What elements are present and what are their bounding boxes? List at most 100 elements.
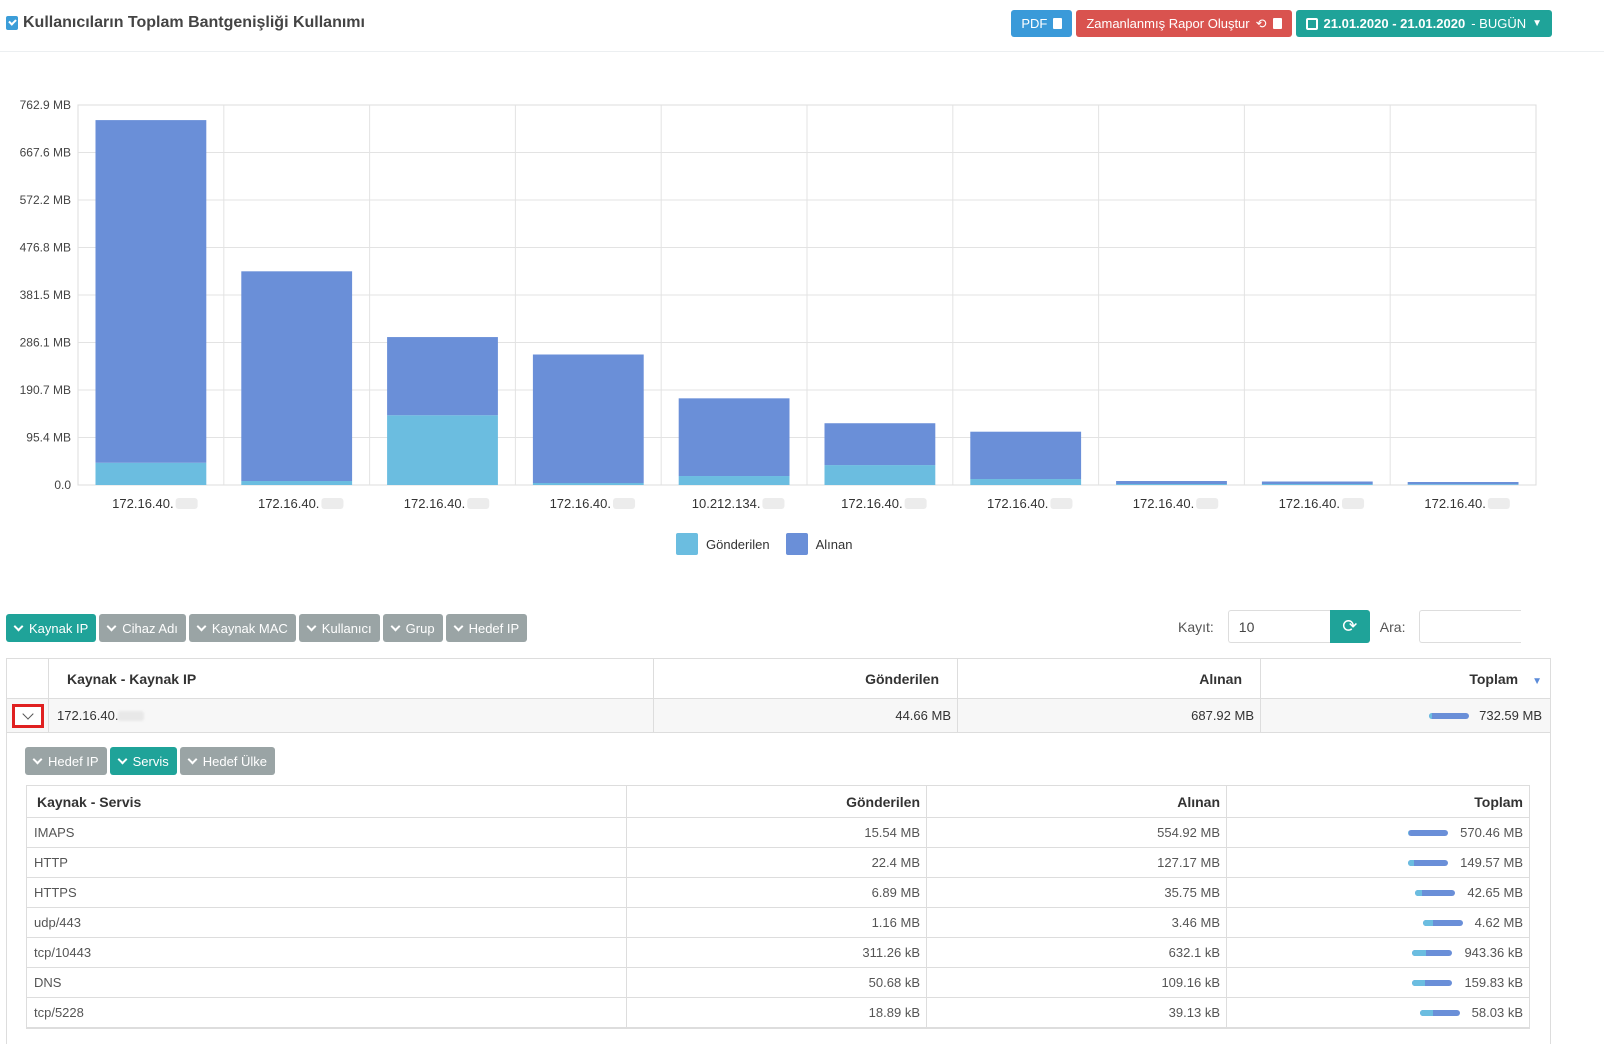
group-button-group[interactable]: Grup — [382, 614, 443, 642]
bar-sent — [678, 476, 790, 485]
group-button-device-name[interactable]: Cihaz Adı — [99, 614, 186, 642]
redacted-blur — [613, 498, 636, 509]
sub-group-button-dest-ip[interactable]: Hedef IP — [25, 747, 107, 775]
search-label: Ara: — [1379, 618, 1406, 635]
col-header-service[interactable]: Kaynak - Servis — [27, 786, 627, 817]
sub-group-button-service[interactable]: Servis — [109, 747, 177, 775]
sent-ratio-fill — [1408, 859, 1415, 866]
bar-sent — [1261, 484, 1373, 485]
cell-service: tcp/5228 — [27, 998, 627, 1027]
chevron-down-icon — [106, 621, 117, 631]
cell-total: 58.03 kB — [1227, 998, 1529, 1027]
sort-desc-icon: ▼ — [1532, 676, 1542, 687]
service-table-header: Kaynak - Servis Gönderilen Alınan Toplam — [27, 786, 1529, 818]
bar-sent — [532, 483, 644, 485]
cell-received: 3.46 MB — [927, 908, 1227, 937]
cell-sent: 1.16 MB — [627, 908, 927, 937]
table-row[interactable]: tcp/10443 311.26 kB 632.1 kB 943.36 kB — [27, 938, 1529, 968]
group-button-dest-ip[interactable]: Hedef IP — [445, 614, 528, 642]
table-row[interactable]: 172.16.40. 44.66 MB 687.92 MB 732.59 MB — [7, 699, 1550, 733]
cell-received: 554.92 MB — [927, 818, 1227, 847]
title-wrap: Kullanıcıların Toplam Bantgenişliği Kull… — [6, 14, 365, 32]
redacted-blur — [1196, 498, 1219, 509]
page-header: Kullanıcıların Toplam Bantgenişliği Kull… — [0, 0, 1604, 52]
table-row[interactable]: HTTPS 6.89 MB 35.75 MB 42.65 MB — [27, 878, 1529, 908]
legend-sent-swatch[interactable] — [676, 533, 698, 555]
y-tick-label: 762.9 MB — [20, 98, 71, 112]
bar-sent — [1116, 484, 1227, 485]
group-label: Hedef Ülke — [202, 753, 268, 769]
total-value: 149.57 MB — [1460, 855, 1523, 870]
cell-service: HTTPS — [27, 878, 627, 907]
chart-legend: Gönderilen Alınan — [676, 533, 852, 555]
y-tick-label: 381.5 MB — [20, 288, 71, 302]
page-title: Kullanıcıların Toplam Bantgenişliği Kull… — [23, 14, 365, 31]
col-header-total[interactable]: Toplam — [1227, 786, 1529, 817]
cell-total: 4.62 MB — [1227, 908, 1529, 937]
cell-service: udp/443 — [27, 908, 627, 937]
legend-received-swatch[interactable] — [785, 533, 808, 555]
col-header-total-label: Toplam — [1469, 670, 1519, 687]
col-header-source-ip[interactable]: Kaynak - Kaynak IP — [49, 659, 654, 698]
main-table: Kaynak - Kaynak IP Gönderilen Alınan Top… — [6, 658, 1551, 733]
date-range-button[interactable]: 21.01.2020 - 21.01.2020 - BUGÜN ▼ — [1295, 10, 1552, 37]
group-button-user[interactable]: Kullanıcı — [298, 614, 380, 642]
pdf-button[interactable]: PDF — [1011, 10, 1073, 37]
cell-total: 570.46 MB — [1227, 818, 1529, 847]
group-label: Grup — [405, 620, 435, 636]
cell-total: 943.36 kB — [1227, 938, 1529, 967]
schedule-report-button[interactable]: Zamanlanmış Rapor Oluştur ⟲ — [1076, 10, 1292, 37]
table-row[interactable]: HTTP 22.4 MB 127.17 MB 149.57 MB — [27, 848, 1529, 878]
chevron-down-icon — [13, 621, 24, 631]
col-header-sent[interactable]: Gönderilen — [654, 659, 958, 698]
col-header-sent[interactable]: Gönderilen — [627, 786, 927, 817]
table-row[interactable]: IMAPS 15.54 MB 554.92 MB 570.46 MB — [27, 818, 1529, 848]
pdf-label: PDF — [1021, 16, 1048, 31]
col-header-received[interactable]: Alınan — [927, 786, 1227, 817]
redacted-blur — [118, 710, 145, 721]
expand-toggle[interactable] — [11, 703, 44, 728]
bar-received — [1261, 481, 1373, 485]
bar-received — [678, 398, 790, 477]
redacted-blur — [321, 498, 344, 509]
x-tick-label: 172.16.40. — [1279, 496, 1340, 511]
redacted-blur — [1050, 498, 1073, 509]
group-button-source-mac[interactable]: Kaynak MAC — [188, 614, 296, 642]
records-label: Kayıt: — [1178, 618, 1214, 635]
cell-sent: 311.26 kB — [627, 938, 927, 967]
search-input[interactable] — [1419, 610, 1522, 643]
col-header-total[interactable]: Toplam ▼ — [1261, 659, 1550, 698]
x-tick-label: 172.16.40. — [987, 496, 1048, 511]
cell-service: HTTP — [27, 848, 627, 877]
source-ip: 172.16.40. — [57, 708, 119, 723]
sub-group-button-dest-country[interactable]: Hedef Ülke — [179, 747, 276, 775]
bandwidth-chart: 0.0 95.4 MB 190.7 MB 286.1 MB 381.5 MB 476.8 … — [20, 98, 1537, 511]
table-row[interactable]: tcp/5228 18.89 kB 39.13 kB 58.03 kB — [27, 998, 1529, 1028]
x-tick-label: 172.16.40. — [112, 496, 173, 511]
x-tick-label: 10.212.134. — [692, 496, 761, 511]
legend-received-label[interactable]: Alınan — [816, 537, 853, 552]
bar-received — [1116, 481, 1227, 485]
records-input[interactable] — [1227, 610, 1330, 643]
table-row[interactable]: udp/443 1.16 MB 3.46 MB 4.62 MB — [27, 908, 1529, 938]
group-label: Kullanıcı — [321, 620, 372, 636]
sub-group-toolbar: Hedef IP Servis Hedef Ülke — [25, 747, 276, 775]
legend-sent-label[interactable]: Gönderilen — [706, 537, 770, 552]
chevron-down-icon — [187, 754, 198, 764]
group-label: Kaynak IP — [29, 620, 89, 636]
group-label: Hedef IP — [48, 753, 99, 769]
cell-received: 632.1 kB — [927, 938, 1227, 967]
service-table: Kaynak - Servis Gönderilen Alınan Toplam… — [26, 785, 1530, 1029]
group-button-source-ip[interactable]: Kaynak IP — [6, 614, 97, 642]
cell-received: 127.17 MB — [927, 848, 1227, 877]
refresh-icon: ⟳ — [1342, 616, 1358, 636]
cell-total: 159.83 kB — [1227, 968, 1529, 997]
total-value: 159.83 kB — [1464, 975, 1523, 990]
header-actions: PDF Zamanlanmış Rapor Oluştur ⟲ 21.01.20… — [1011, 10, 1552, 37]
col-header-received[interactable]: Alınan — [958, 659, 1261, 698]
total-ratio-bar — [1412, 979, 1453, 986]
refresh-button[interactable]: ⟳ — [1329, 610, 1370, 643]
date-range: 21.01.2020 - 21.01.2020 — [1323, 16, 1466, 31]
total-value: 732.59 MB — [1479, 708, 1542, 723]
table-row[interactable]: DNS 50.68 kB 109.16 kB 159.83 kB — [27, 968, 1529, 998]
